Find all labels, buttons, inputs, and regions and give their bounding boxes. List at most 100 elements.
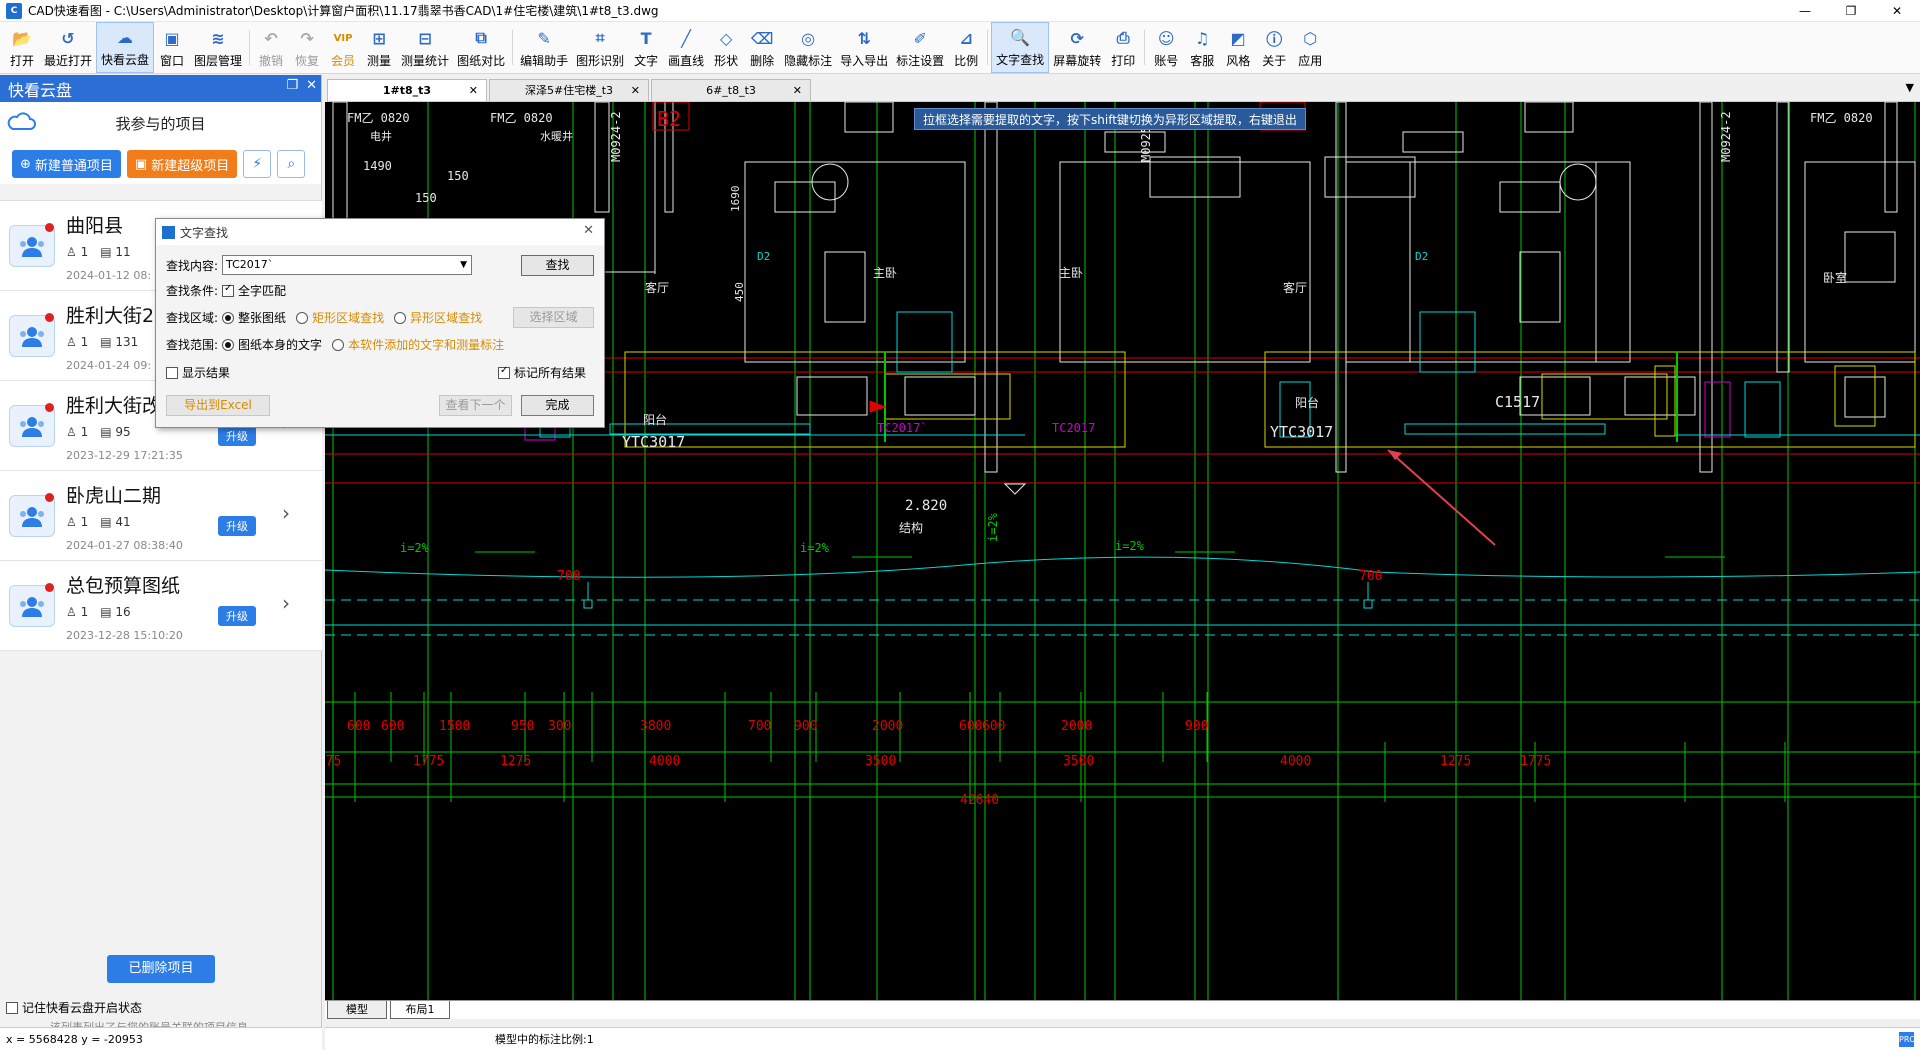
tab-menu-arrow-icon[interactable]: ▼ xyxy=(1906,81,1914,94)
toolbar-text-search-button[interactable]: 🔍 文字查找 xyxy=(991,22,1050,73)
search-content-value[interactable]: TC2017` xyxy=(226,258,273,271)
toolbar-edit-assistant-button[interactable]: ✎ 编辑助手 xyxy=(516,22,572,73)
close-window-button[interactable]: ✕ xyxy=(1874,0,1920,22)
close-tab-icon[interactable]: ✕ xyxy=(631,80,640,101)
toolbar-cloud-button[interactable]: ☁ 快看云盘 xyxy=(96,22,155,73)
export-excel-button[interactable]: 导出到Excel xyxy=(166,395,270,416)
maximize-button[interactable]: ❐ xyxy=(1828,0,1874,22)
chevron-down-icon[interactable]: ▼ xyxy=(460,256,467,274)
toolbar-shape-button[interactable]: ◇ 形状 xyxy=(708,22,744,73)
cad-text: 电井 xyxy=(370,129,392,143)
cad-text: i=2% xyxy=(1115,539,1145,553)
dialog-close-icon[interactable]: ✕ xyxy=(583,223,594,238)
chevron-right-icon[interactable]: › xyxy=(282,501,290,525)
toolbar-annotation-settings-button[interactable]: ✐ 标注设置 xyxy=(892,22,948,73)
toolbar-undo-button[interactable]: ↶ 撤销 xyxy=(253,22,289,73)
area-rect-radio[interactable] xyxy=(296,311,309,324)
layout-tab[interactable]: 布局1 xyxy=(390,1001,450,1019)
measure-stats-icon: ⊟ xyxy=(418,28,432,48)
toolbar-import-export-button[interactable]: ⇅ 导入导出 xyxy=(836,22,892,73)
sync-button[interactable]: ⚡ xyxy=(243,150,272,178)
toolbar-text-button[interactable]: T 文字 xyxy=(628,22,664,73)
project-date: 2023-12-29 17:21:35 xyxy=(66,449,183,462)
layout-tab[interactable]: 模型 xyxy=(327,1001,387,1019)
scope-drawing-radio[interactable] xyxy=(222,338,235,351)
doc-tab[interactable]: 深泽5#住宅楼_t3 ✕ xyxy=(489,79,649,101)
person-icon: ♙ xyxy=(66,245,77,259)
find-button[interactable]: 查找 xyxy=(521,255,594,276)
full-match-checkbox[interactable] xyxy=(222,283,235,297)
close-tab-icon[interactable]: ✕ xyxy=(469,80,478,101)
toolbar-scale-button[interactable]: ⊿ 比例 xyxy=(948,22,984,73)
search-projects-button[interactable]: ⌕ xyxy=(277,150,306,178)
toolbar-line-button[interactable]: ╱ 画直线 xyxy=(664,22,708,73)
undo-icon: ↶ xyxy=(264,28,278,48)
project-item[interactable]: 卧虎山二期 ♙ 1 ▤ 41 2024-01-27 08:38:40 升级 › xyxy=(0,471,322,561)
cad-rect xyxy=(1744,381,1781,438)
chevron-right-icon[interactable]: › xyxy=(282,591,290,615)
new-super-project-button[interactable]: ▣ 新建超级项目 xyxy=(126,150,238,178)
file-icon: ▤ xyxy=(100,605,112,619)
toolbar-clock-button[interactable]: ↺ 最近打开 xyxy=(40,22,96,73)
doc-tab[interactable]: 6#_t8_t3 ✕ xyxy=(651,79,811,101)
toolbar-hide-annotation-button[interactable]: ◎ 隐藏标注 xyxy=(780,22,836,73)
toolbar-headset-button[interactable]: ♫ 客服 xyxy=(1184,22,1220,73)
toolbar-shape-recognize-button[interactable]: ⌗ 图形识别 xyxy=(572,22,628,73)
doc-tab[interactable]: 1#t8_t3 ✕ xyxy=(327,79,487,101)
files-count: ▤ 131 xyxy=(100,335,139,349)
toolbar-cube-button[interactable]: ⬡ 应用 xyxy=(1292,22,1328,73)
new-normal-project-button[interactable]: ⊕ 新建普通项目 xyxy=(12,150,121,178)
view-next-button[interactable]: 查看下一个 xyxy=(439,395,512,416)
toolbar-redo-button[interactable]: ↷ 恢复 xyxy=(289,22,325,73)
cad-text: 2000 xyxy=(1061,719,1092,734)
toolbar-compare-button[interactable]: ⧉ 图纸对比 xyxy=(453,22,509,73)
project-item[interactable]: 总包预算图纸 ♙ 1 ▤ 16 2023-12-28 15:10:20 升级 › xyxy=(0,561,322,651)
area-irregular-radio[interactable] xyxy=(394,311,407,324)
minimize-button[interactable]: — xyxy=(1782,0,1828,22)
cad-text: B2 xyxy=(657,107,681,131)
project-name: 总包预算图纸 xyxy=(66,575,181,597)
toolbar-separator xyxy=(987,30,989,65)
unread-dot xyxy=(45,583,54,592)
search-content-combobox[interactable]: TC2017` ▼ xyxy=(222,255,473,275)
toolbar-label: 打印 xyxy=(1111,54,1136,68)
area-label: 查找区域: xyxy=(166,311,219,325)
panel-close-icon[interactable]: ✕ xyxy=(306,78,317,93)
cad-text: 900 xyxy=(794,719,817,734)
toolbar-label: 撤销 xyxy=(259,54,284,68)
toolbar-measure-button[interactable]: ⊞ 测量 xyxy=(361,22,397,73)
deleted-projects-button[interactable]: 已删除项目 xyxy=(107,955,215,983)
checkbox-box[interactable] xyxy=(6,1001,18,1014)
panel-restore-icon[interactable]: ❐ xyxy=(286,78,298,93)
cad-text: C1517 xyxy=(1495,393,1540,411)
mark-all-checkbox[interactable] xyxy=(498,365,510,379)
remember-state-checkbox[interactable]: 记住快看云盘开启状态 xyxy=(6,999,142,1016)
toolbar-vip-button[interactable]: VIP 会员 xyxy=(325,22,361,73)
area-whole-radio[interactable] xyxy=(222,311,235,324)
close-tab-icon[interactable]: ✕ xyxy=(793,80,802,101)
toolbar-layers-button[interactable]: ≋ 图层管理 xyxy=(190,22,246,73)
toolbar-account-button[interactable]: ☺ 账号 xyxy=(1148,22,1184,73)
toolbar-measure-stats-button[interactable]: ⊟ 测量统计 xyxy=(397,22,453,73)
toolbar-eraser-button[interactable]: ⌫ 删除 xyxy=(744,22,780,73)
status-tool-icon[interactable]: PRO xyxy=(1899,1032,1916,1047)
toolbar-info-button[interactable]: ⓘ 关于 xyxy=(1256,22,1292,73)
document-tabs: 1#t8_t3 ✕ 深泽5#住宅楼_t3 ✕ 6#_t8_t3 ✕ ▼ xyxy=(327,79,1920,102)
toolbar-folder-open-button[interactable]: 📂 打开 xyxy=(4,22,40,73)
doc-tab-label: 6#_t8_t3 xyxy=(706,84,756,97)
toolbar-label: 账号 xyxy=(1154,54,1179,68)
toolbar-label: 标注设置 xyxy=(896,54,945,68)
toolbar-rotate-screen-button[interactable]: ⟳ 屏幕旋转 xyxy=(1049,22,1105,73)
scope-added-radio[interactable] xyxy=(332,338,345,351)
upgrade-button[interactable]: 升级 xyxy=(218,606,256,626)
done-button[interactable]: 完成 xyxy=(521,395,594,416)
show-results-checkbox[interactable] xyxy=(166,366,178,379)
upgrade-button[interactable]: 升级 xyxy=(218,426,256,446)
select-area-button[interactable]: 选择区域 xyxy=(513,307,594,328)
cad-text: FM乙 0820 xyxy=(490,111,553,125)
upgrade-button[interactable]: 升级 xyxy=(218,516,256,536)
toolbar-window-button[interactable]: ▣ 窗口 xyxy=(154,22,190,73)
toolbar-label: 比例 xyxy=(954,54,979,68)
toolbar-style-button[interactable]: ◩ 风格 xyxy=(1220,22,1256,73)
toolbar-print-button[interactable]: ⎙ 打印 xyxy=(1105,22,1141,73)
